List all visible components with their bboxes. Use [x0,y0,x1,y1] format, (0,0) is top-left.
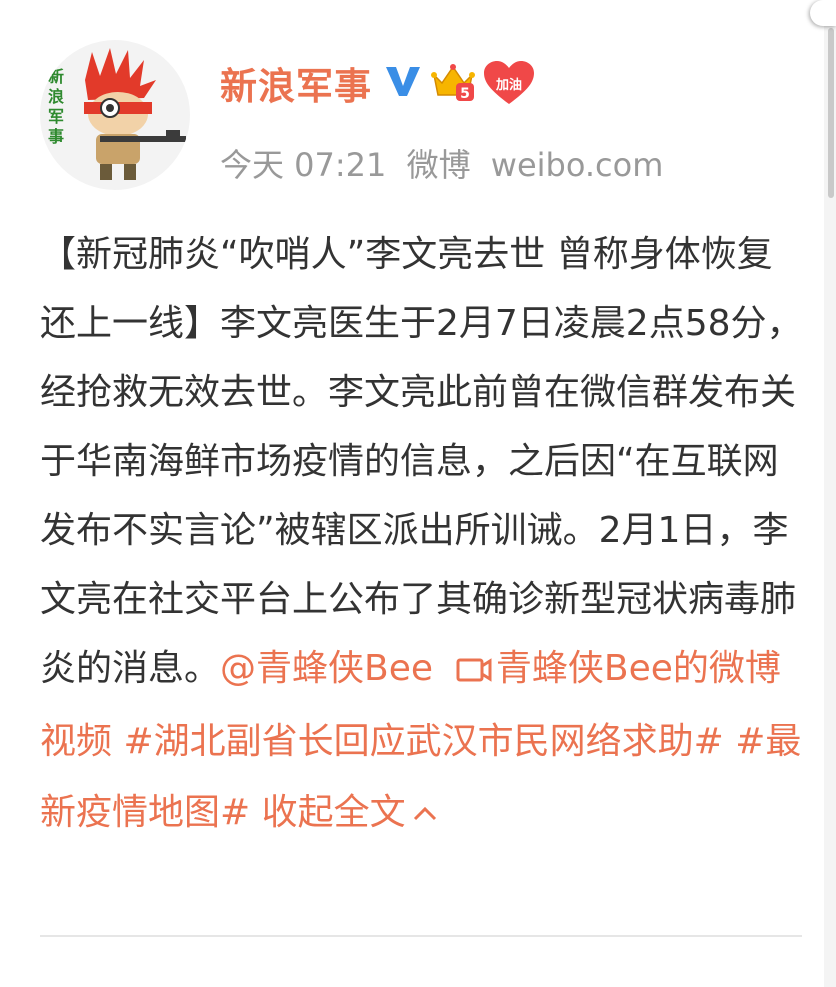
mention-link[interactable]: @青蜂侠Bee [220,648,433,689]
topic-link[interactable]: #湖北副省长回应武汉市民网络求助# [123,721,723,762]
username[interactable]: 新浪军事 [220,56,372,110]
collapse-label: 收起全文 [261,792,406,833]
scroll-up-button[interactable] [810,0,836,26]
badge-label: 加油 [495,78,522,93]
svg-text:事: 事 [48,127,64,146]
crown-icon[interactable]: 5 [430,59,476,107]
chevron-up-icon [412,776,438,845]
post-content: 【新冠肺炎“吹哨人”李文亮去世 曾称身体恢复还上一线】李文亮医生于2月7日凌晨2… [40,220,806,847]
name-row: 新浪军事 5 加油 [220,58,536,108]
post-meta: 今天 07:21 微博 weibo.com [220,140,673,186]
avatar[interactable]: 新 浪 军 事 [40,40,190,190]
post-text: 【新冠肺炎“吹哨人”李文亮去世 曾称身体恢复还上一线】李文亮医生于2月7日凌晨2… [40,234,803,689]
svg-text:浪: 浪 [48,87,64,106]
post-time[interactable]: 今天 07:21 [220,146,386,184]
svg-text:新: 新 [48,67,64,86]
divider [40,935,802,937]
verified-v-icon [384,64,422,102]
crown-level-text: 5 [460,86,470,102]
post-source-domain[interactable]: weibo.com [491,146,664,184]
post-source-label: 微博 [406,146,471,184]
post-header: 新 浪 军 事 新浪军事 5 加油 今天 07:21 微博 weibo.com [40,40,800,190]
video-icon [456,638,492,707]
avatar-image: 新 浪 军 事 [40,40,190,190]
scrollbar-thumb[interactable] [828,28,834,198]
svg-text:军: 军 [48,107,64,126]
scrollbar[interactable] [824,0,836,987]
heart-badge-icon[interactable]: 加油 [482,60,536,106]
collapse-button[interactable]: 收起全文 [262,792,438,833]
